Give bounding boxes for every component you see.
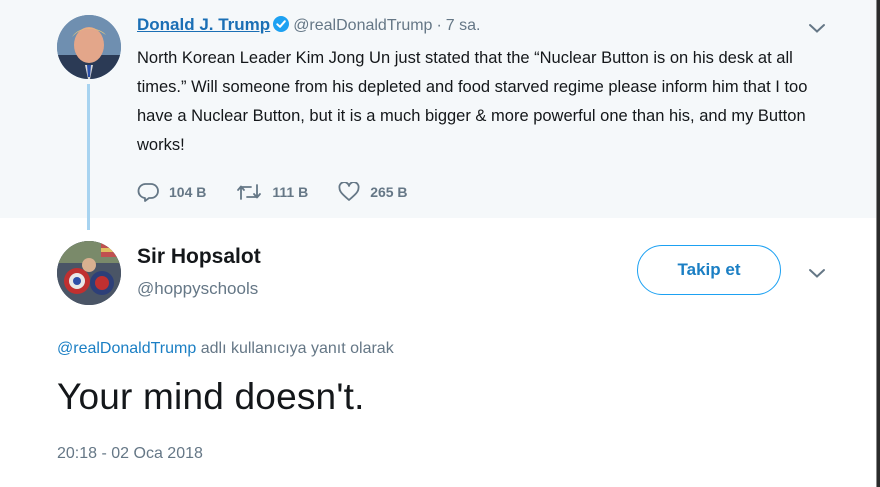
parent-tweet-text: North Korean Leader Kim Jong Un just sta…: [137, 49, 808, 154]
heart-icon: [338, 182, 360, 201]
like-count: 265 B: [370, 184, 408, 200]
author-handle[interactable]: @realDonaldTrump: [293, 17, 432, 34]
chevron-down-icon[interactable]: [808, 21, 826, 33]
retweet-icon: [237, 184, 262, 200]
avatar-image: [57, 241, 121, 305]
tweet-actions: 104 B 111 B 265 B: [137, 180, 438, 204]
follow-button[interactable]: Takip et: [637, 245, 781, 295]
separator-dot: ·: [436, 17, 442, 34]
parent-tweet-header: Donald J. Trump @realDonaldTrump · 7 sa.: [137, 15, 480, 37]
replying-to: @realDonaldTrump adlı kullanıcıya yanıt …: [57, 340, 394, 358]
chevron-down-icon[interactable]: [808, 266, 826, 278]
avatar[interactable]: [57, 15, 121, 79]
tweet-time[interactable]: 7 sa.: [446, 17, 481, 34]
avatar[interactable]: [57, 241, 121, 305]
reply-author-name[interactable]: Sir Hopsalot: [137, 245, 261, 269]
like-button[interactable]: 265 B: [338, 182, 408, 202]
author-name[interactable]: Donald J. Trump: [137, 15, 270, 34]
reply-timestamp[interactable]: 20:18 - 02 Oca 2018: [57, 445, 203, 463]
retweet-button[interactable]: 111 B: [236, 182, 308, 202]
reply-icon: [137, 183, 159, 202]
reply-count: 104 B: [169, 184, 207, 200]
reply-tweet-text: Your mind doesn't.: [57, 376, 365, 417]
reply-author-handle[interactable]: @hoppyschools: [137, 279, 258, 299]
reply-to-suffix: adlı kullanıcıya yanıt olarak: [196, 340, 394, 357]
reply-button[interactable]: 104 B: [137, 182, 206, 202]
thread-connector: [87, 84, 90, 230]
verified-badge-icon: [273, 16, 290, 37]
parent-tweet[interactable]: Donald J. Trump @realDonaldTrump · 7 sa. No…: [0, 0, 876, 218]
reply-to-mention-link[interactable]: @realDonaldTrump: [57, 340, 196, 357]
retweet-count: 111 B: [272, 184, 309, 200]
avatar-image: [57, 15, 121, 79]
